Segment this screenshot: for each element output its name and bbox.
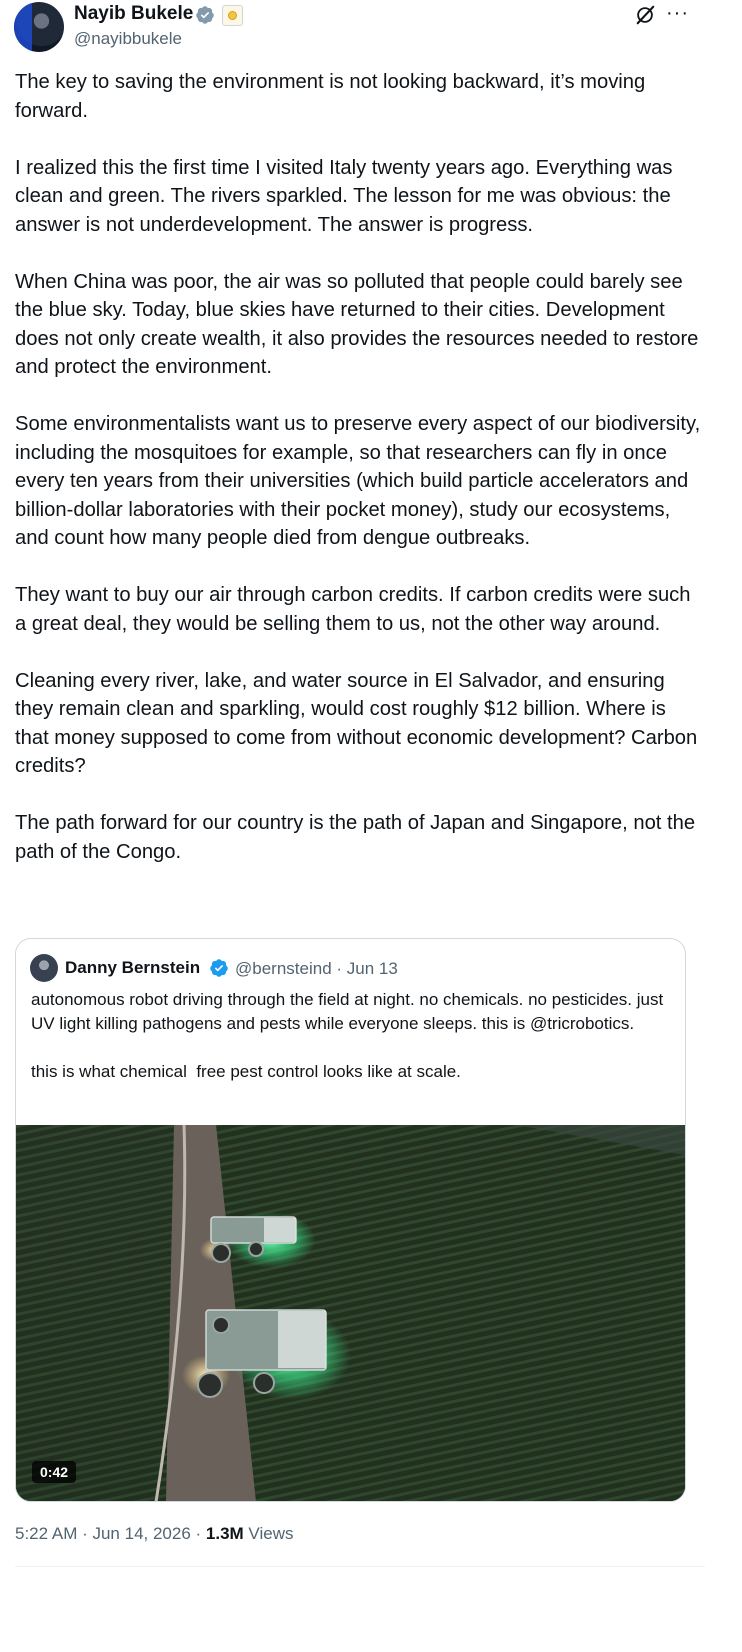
views-count[interactable]: 1.3M xyxy=(206,1524,244,1543)
video-thumbnail xyxy=(16,1125,685,1501)
tweet-text: The key to saving the environment is not… xyxy=(15,71,701,863)
divider xyxy=(15,1566,705,1567)
author-name[interactable]: Nayib Bukele xyxy=(74,3,193,25)
author-avatar[interactable] xyxy=(14,2,64,52)
country-flag-icon xyxy=(222,5,243,26)
verified-badge-icon xyxy=(196,6,214,24)
quoted-handle-date[interactable]: @bernsteind · Jun 13 xyxy=(235,959,398,979)
grok-icon[interactable] xyxy=(634,4,656,26)
more-options-icon[interactable]: ··· xyxy=(666,2,689,25)
video-duration-badge: 0:42 xyxy=(32,1461,77,1483)
timestamp[interactable]: 5:22 AM · Jun 14, 2026 · xyxy=(15,1524,206,1543)
quoted-tweet[interactable]: Danny Bernstein @bernsteind · Jun 13 aut… xyxy=(15,938,686,1502)
verified-badge-icon xyxy=(210,959,228,977)
tweet-metadata: 5:22 AM · Jun 14, 2026 · 1.3M Views xyxy=(15,1524,293,1544)
quoted-video[interactable]: 0:42 xyxy=(16,1125,685,1501)
quoted-tweet-text: autonomous robot driving through the fie… xyxy=(31,990,664,1081)
views-label: Views xyxy=(243,1524,294,1543)
author-handle[interactable]: @nayibbukele xyxy=(74,29,182,49)
quoted-author-name[interactable]: Danny Bernstein xyxy=(65,958,200,978)
quoted-author-avatar[interactable] xyxy=(30,954,58,982)
